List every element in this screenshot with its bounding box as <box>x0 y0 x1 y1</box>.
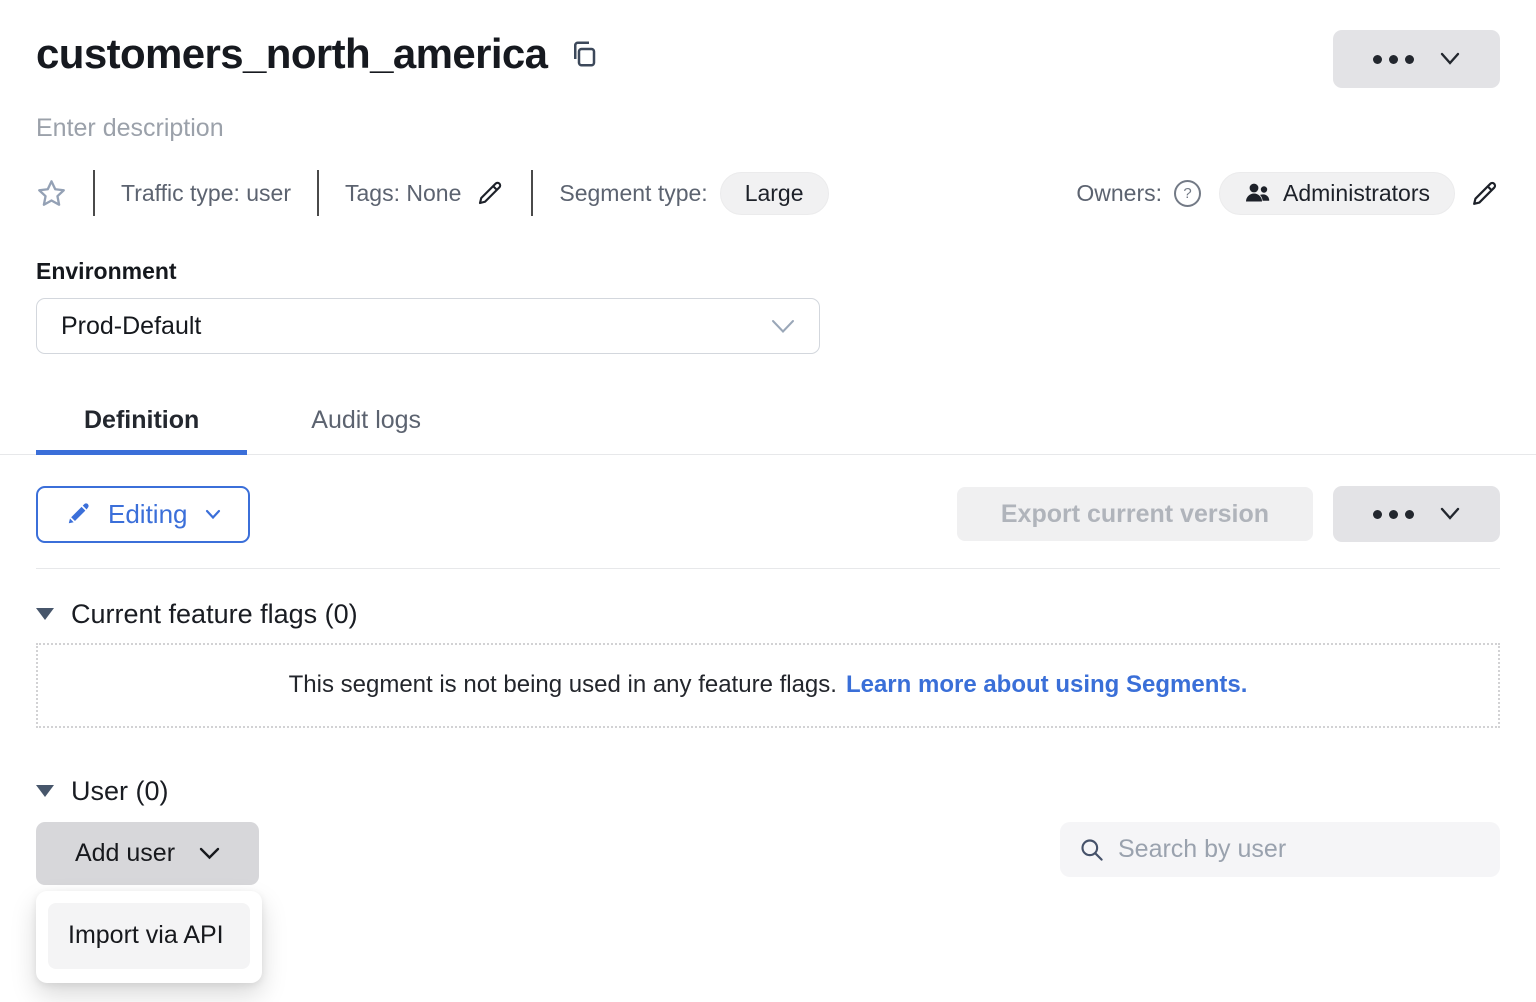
pencil-icon <box>475 178 505 208</box>
traffic-type-label: Traffic type: user <box>121 180 291 207</box>
menu-item-import-via-api[interactable]: Import via API <box>48 903 250 969</box>
divider <box>93 170 95 216</box>
environment-selected-value: Prod-Default <box>61 312 201 341</box>
divider <box>317 170 319 216</box>
edit-tags-button[interactable] <box>475 178 505 208</box>
pencil-filled-icon <box>65 501 91 527</box>
user-search-box <box>1060 822 1500 877</box>
environment-select[interactable]: Prod-Default <box>36 298 820 354</box>
user-heading: User (0) <box>71 776 169 807</box>
chevron-down-icon <box>199 847 220 860</box>
caret-down-icon <box>36 608 54 620</box>
caret-down-icon <box>36 785 54 797</box>
edit-owners-button[interactable] <box>1469 178 1500 209</box>
people-icon <box>1244 182 1271 204</box>
ellipsis-icon <box>1373 510 1414 519</box>
header-more-actions-button[interactable] <box>1333 30 1500 88</box>
editing-status-button[interactable]: Editing <box>36 486 250 543</box>
user-controls-row: Add user Import via API <box>36 822 1500 885</box>
tab-bar: Definition Audit logs <box>0 394 1536 455</box>
segment-type-label: Segment type: <box>559 180 707 207</box>
copy-name-button[interactable] <box>569 38 599 70</box>
segment-detail-page: customers_north_america Enter descriptio… <box>0 0 1536 885</box>
meta-row: Traffic type: user Tags: None Segment ty… <box>36 170 1500 216</box>
owners-badge[interactable]: Administrators <box>1219 172 1455 215</box>
owners-label: Owners: <box>1076 180 1162 207</box>
add-user-label: Add user <box>75 839 175 868</box>
tab-audit-logs[interactable]: Audit logs <box>263 394 469 455</box>
tags-label: Tags: None <box>345 180 461 207</box>
header: customers_north_america <box>36 30 1500 88</box>
ellipsis-icon <box>1373 55 1414 64</box>
star-icon <box>36 178 67 209</box>
chevron-down-icon <box>1440 52 1460 66</box>
divider <box>531 170 533 216</box>
chevron-down-icon <box>771 319 795 334</box>
help-icon[interactable]: ? <box>1174 180 1201 207</box>
feature-flags-empty-state: This segment is not being used in any fe… <box>36 643 1500 728</box>
favorite-star-button[interactable] <box>36 178 67 209</box>
chevron-down-icon <box>1440 507 1460 521</box>
empty-message: This segment is not being used in any fe… <box>289 671 837 699</box>
title-group: customers_north_america <box>36 30 599 78</box>
pencil-icon <box>1469 178 1500 209</box>
search-icon <box>1078 836 1105 863</box>
learn-more-link[interactable]: Learn more about using Segments. <box>846 671 1247 699</box>
feature-flags-heading: Current feature flags (0) <box>71 599 358 630</box>
environment-label: Environment <box>36 258 1500 285</box>
definition-toolbar: Editing Export current version <box>36 486 1500 543</box>
owners-value: Administrators <box>1283 180 1430 207</box>
divider <box>36 568 1500 569</box>
description-placeholder[interactable]: Enter description <box>36 114 1500 143</box>
export-current-version-button[interactable]: Export current version <box>957 487 1313 541</box>
tab-definition[interactable]: Definition <box>36 394 247 455</box>
page-title: customers_north_america <box>36 30 547 78</box>
feature-flags-section-header[interactable]: Current feature flags (0) <box>36 599 1500 630</box>
add-user-button[interactable]: Add user <box>36 822 259 885</box>
search-by-user-input[interactable] <box>1118 835 1482 864</box>
chevron-down-icon <box>205 509 221 520</box>
segment-type-badge: Large <box>720 172 829 215</box>
toolbar-more-actions-button[interactable] <box>1333 486 1500 542</box>
editing-label: Editing <box>108 499 188 530</box>
add-user-dropdown-menu: Import via API <box>36 891 262 983</box>
user-section-header[interactable]: User (0) <box>36 776 1500 807</box>
copy-icon <box>569 38 599 70</box>
